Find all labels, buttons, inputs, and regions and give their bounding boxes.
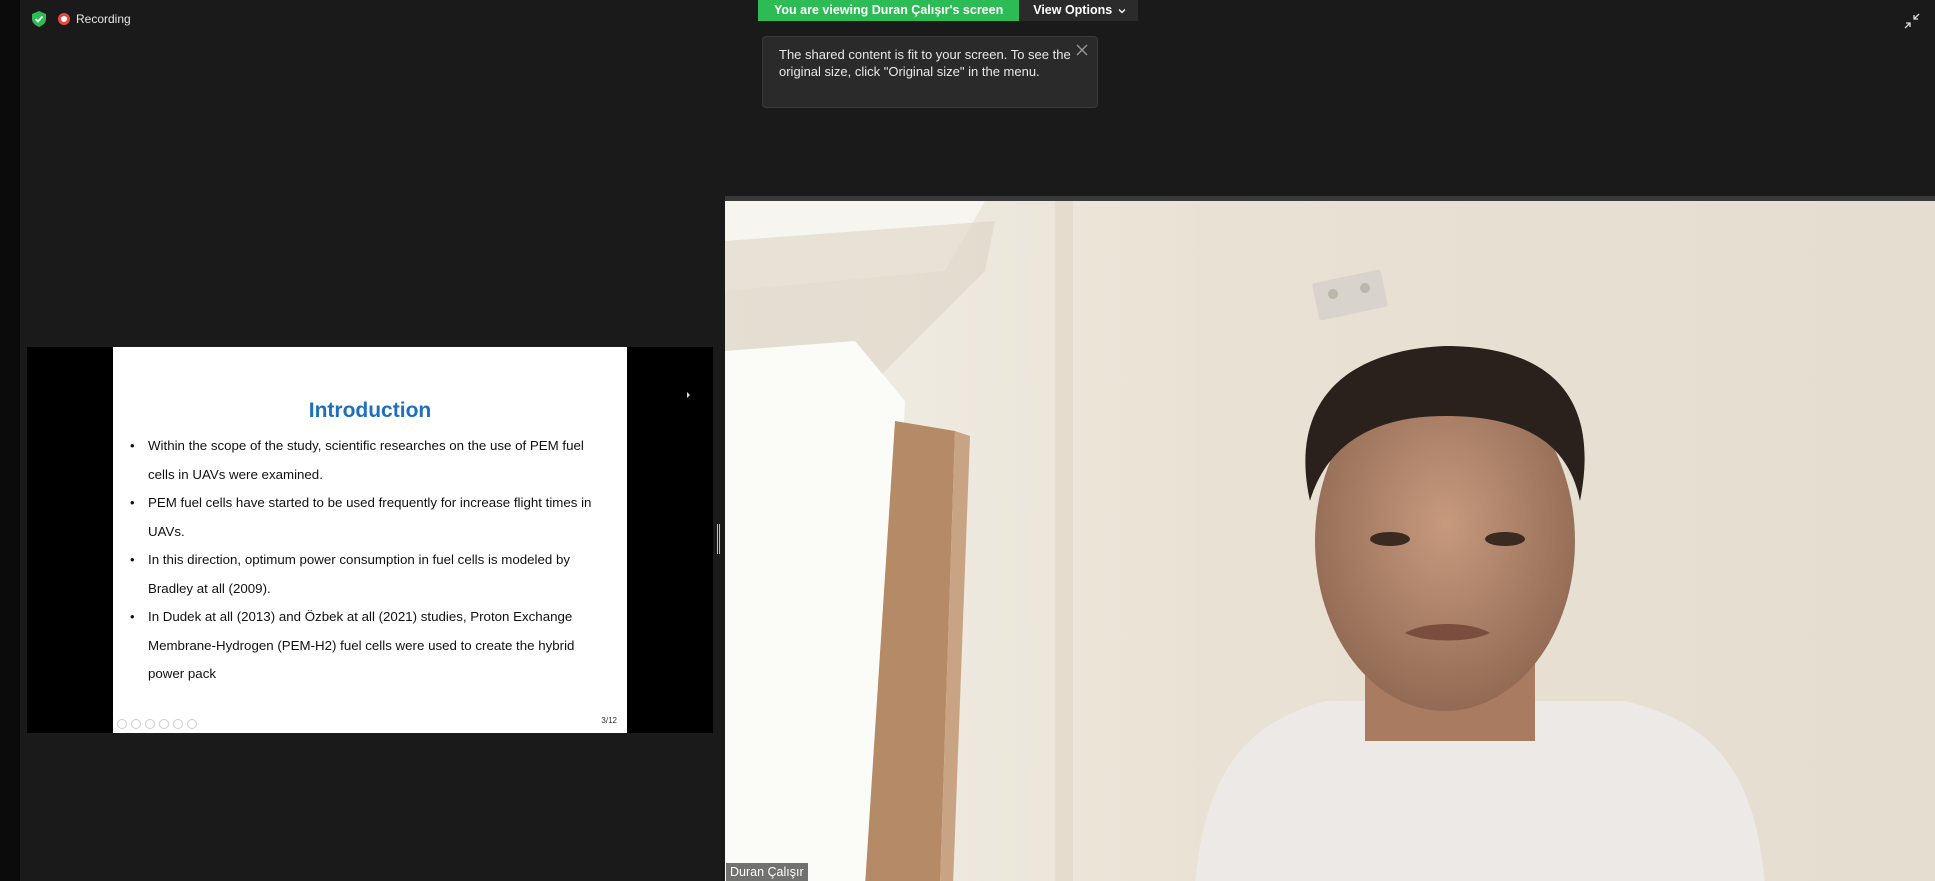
close-icon[interactable] <box>1075 43 1089 57</box>
panel-splitter-handle[interactable] <box>716 524 720 554</box>
slide-control-icon <box>145 719 155 729</box>
fit-to-screen-tooltip: The shared content is fit to your screen… <box>762 36 1098 108</box>
participant-name-label: Duran Çalışır <box>726 863 808 881</box>
slide-bullet-list: Within the scope of the study, scientifi… <box>129 432 605 689</box>
shield-check-icon[interactable] <box>32 11 46 27</box>
slide-control-icon <box>159 719 169 729</box>
slide-bullet: PEM fuel cells have started to be used f… <box>129 489 605 546</box>
recording-label: Recording <box>76 12 131 26</box>
mouse-pointer-icon <box>687 392 690 398</box>
chevron-down-icon <box>1118 8 1126 13</box>
slide-page-number: 3/12 <box>601 716 617 725</box>
screen-share-banner: You are viewing Duran Çalışır's screen V… <box>758 0 1139 21</box>
participant-video-frame <box>725 201 1935 881</box>
recording-icon <box>58 13 70 25</box>
viewing-screen-label: You are viewing Duran Çalışır's screen <box>758 0 1020 21</box>
slide-control-icon <box>187 719 197 729</box>
slide-bullet: Within the scope of the study, scientifi… <box>129 432 605 489</box>
slide-control-icon <box>117 719 127 729</box>
meeting-status: Recording <box>32 11 131 27</box>
recording-indicator[interactable]: Recording <box>58 12 131 26</box>
view-options-button[interactable]: View Options <box>1019 0 1139 21</box>
participant-video-tile[interactable]: Duran Çalışır <box>725 196 1935 881</box>
tooltip-text: The shared content is fit to your screen… <box>779 47 1071 79</box>
slide-control-icon <box>131 719 141 729</box>
shared-screen: Introduction Within the scope of the stu… <box>27 347 713 733</box>
presentation-slide: Introduction Within the scope of the stu… <box>113 347 627 733</box>
slide-bullet: In Dudek at all (2013) and Özbek at all … <box>129 603 605 689</box>
slide-navigation-controls <box>117 719 197 729</box>
slide-title: Introduction <box>308 399 432 422</box>
view-options-label: View Options <box>1033 3 1113 17</box>
slide-bullet: In this direction, optimum power consump… <box>129 546 605 603</box>
exit-fullscreen-icon[interactable] <box>1904 13 1920 29</box>
slide-control-icon <box>173 719 183 729</box>
left-edge-strip <box>0 0 20 881</box>
